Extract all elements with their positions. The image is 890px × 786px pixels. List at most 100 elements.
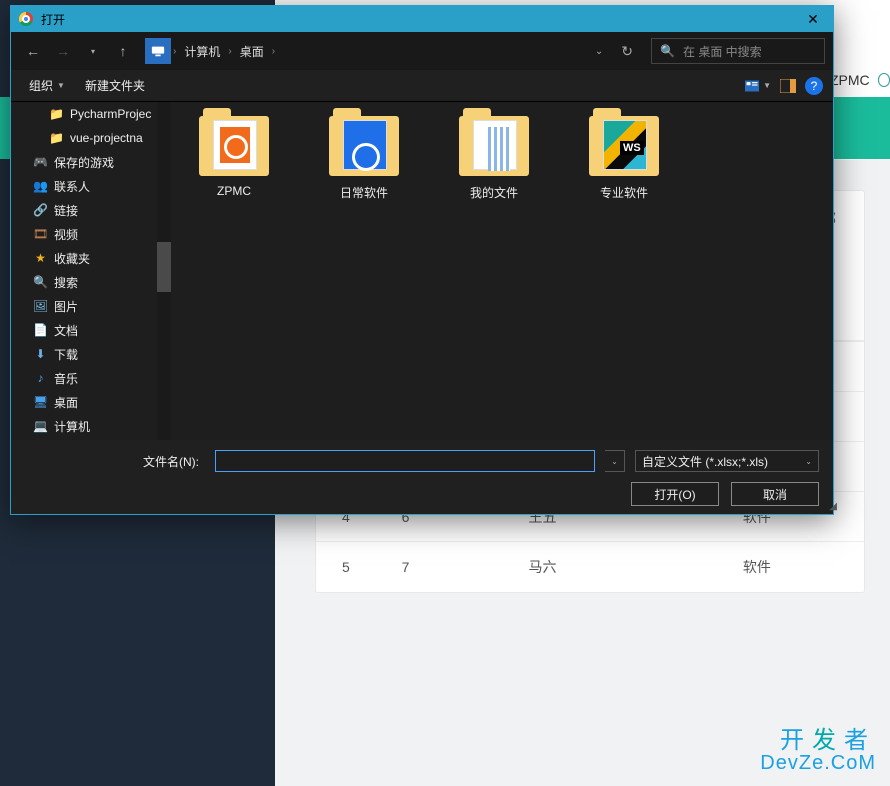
tree-item-label: 保存的游戏 — [54, 154, 114, 171]
folder-icon: 📁 — [49, 131, 64, 146]
pc-icon: 💻 — [33, 419, 48, 434]
folder-label: 专业软件 — [579, 184, 669, 201]
filename-history-dropdown[interactable]: ⌄ — [605, 450, 625, 472]
dialog-body: 📁 PycharmProjec 📁 vue-projectna 🎮 保存的游戏 👥 联系人 🔗 链… — [11, 102, 833, 440]
tree-item-label: 收藏夹 — [54, 250, 90, 267]
open-button[interactable]: 打开(O) — [631, 482, 719, 506]
folder-label: ZPMC — [189, 184, 279, 198]
chrome-icon — [19, 12, 33, 26]
bottom-bar: 文件名(N): ⌄ 自定义文件 (*.xlsx;*.xls) ⌄ 打开(O) 取… — [11, 440, 833, 514]
table-row: 57马六软件 — [316, 542, 864, 592]
chevron-down-icon: ⌄ — [805, 457, 812, 466]
tree-item-label: 搜索 — [54, 274, 78, 291]
chevron-right-icon: › — [171, 46, 178, 57]
folder-item-soft[interactable]: 日常软件 — [319, 116, 409, 201]
tree-item-dl[interactable]: ⬇下载 — [11, 342, 171, 366]
file-open-dialog: 打开 ✕ ← → ▾ ↑ › 计算机 › 桌面 › ⌄ ↻ 🔍 在 桌面 中搜索… — [10, 5, 834, 515]
help-button[interactable]: ? — [805, 77, 823, 95]
addressbar-empty[interactable] — [277, 38, 587, 64]
file-pane[interactable]: ZPMC 日常软件 我的文件 WS 专业软件 — [171, 102, 833, 440]
search-icon: 🔍 — [660, 44, 675, 58]
titlebar[interactable]: 打开 ✕ — [11, 6, 833, 32]
tree-item-label: 文档 — [54, 322, 78, 339]
star-icon: ★ — [33, 251, 48, 266]
tree-item-desk[interactable]: 🖥桌面 — [11, 390, 171, 414]
breadcrumb-folder[interactable]: 桌面 — [234, 38, 270, 64]
bg-header-right: ZPMC — [830, 60, 890, 100]
toolbar: 组织▼ 新建文件夹 ▼ ? — [11, 70, 833, 102]
dialog-title: 打开 — [41, 11, 65, 28]
address-history-dropdown[interactable]: ⌄ — [587, 46, 611, 57]
tree-item-label: 视频 — [54, 226, 78, 243]
logo-line2: DevZe.CoM — [760, 753, 876, 774]
folder-item-zpmc[interactable]: ZPMC — [189, 116, 279, 198]
link-icon: 🔗 — [33, 203, 48, 218]
navbar: ← → ▾ ↑ › 计算机 › 桌面 › ⌄ ↻ 🔍 在 桌面 中搜索 — [11, 32, 833, 70]
tree-item-folder[interactable]: 📁 PycharmProjec — [11, 102, 171, 126]
folder-icon — [199, 116, 269, 176]
video-icon: 🎞 — [33, 227, 48, 242]
search-icon: 🔍 — [33, 275, 48, 290]
recent-dropdown[interactable]: ▾ — [79, 37, 107, 65]
site-logo: 开发者 DevZe.CoM — [760, 728, 876, 774]
folder-tree[interactable]: 📁 PycharmProjec 📁 vue-projectna 🎮 保存的游戏 👥 联系人 🔗 链… — [11, 102, 171, 440]
cancel-button[interactable]: 取消 — [731, 482, 819, 506]
tree-item-label: 链接 — [54, 202, 78, 219]
filename-input[interactable] — [215, 450, 595, 472]
tree-item-pic[interactable]: 🖼 图片 — [11, 294, 171, 318]
tree-item-label: PycharmProjec — [70, 107, 151, 121]
doc-icon: 📄 — [33, 323, 48, 338]
people-icon: 👥 — [33, 179, 48, 194]
pc-icon[interactable] — [145, 38, 171, 64]
folder-icon — [459, 116, 529, 176]
close-button[interactable]: ✕ — [793, 6, 833, 32]
bg-header-text: ZPMC — [830, 72, 870, 88]
logo-line1: 开发者 — [760, 728, 876, 753]
tree-item-label: vue-projectna — [70, 131, 143, 145]
globe-icon — [878, 73, 890, 87]
filetype-select[interactable]: 自定义文件 (*.xlsx;*.xls) ⌄ — [635, 450, 819, 472]
tree-item-music[interactable]: ♪音乐 — [11, 366, 171, 390]
tree-scrollbar[interactable] — [157, 102, 171, 440]
pic-icon: 🖼 — [33, 299, 48, 314]
save-icon: 🎮 — [33, 155, 48, 170]
refresh-button[interactable]: ↻ — [613, 37, 641, 65]
folder-item-pro[interactable]: WS 专业软件 — [579, 116, 669, 201]
desk-icon: 🖥 — [33, 395, 48, 410]
breadcrumb-root[interactable]: 计算机 — [178, 38, 226, 64]
tree-item-search[interactable]: 🔍 搜索 — [11, 270, 171, 294]
scroll-thumb[interactable] — [157, 242, 171, 292]
folder-label: 我的文件 — [449, 184, 539, 201]
addressbar[interactable]: › 计算机 › 桌面 › ⌄ — [145, 38, 611, 64]
tree-item-folder[interactable]: 📁 vue-projectna — [11, 126, 171, 150]
folder-item-mine[interactable]: 我的文件 — [449, 116, 539, 201]
tree-item-star[interactable]: ★ 收藏夹 — [11, 246, 171, 270]
tree-item-pc[interactable]: 💻 计算机 — [11, 414, 171, 438]
folder-icon — [329, 116, 399, 176]
music-icon: ♪ — [33, 371, 48, 386]
chevron-right-icon: › — [226, 46, 233, 57]
folder-icon: WS — [589, 116, 659, 176]
tree-item-label: 下载 — [54, 346, 78, 363]
search-placeholder: 在 桌面 中搜索 — [683, 43, 762, 60]
view-mode-button[interactable]: ▼ — [745, 75, 771, 97]
up-button[interactable]: ↑ — [109, 37, 137, 65]
tree-item-video[interactable]: 🎞 视频 — [11, 222, 171, 246]
folder-icon: 📁 — [49, 107, 64, 122]
tree-item-doc[interactable]: 📄 文档 — [11, 318, 171, 342]
tree-item-label: 图片 — [54, 298, 78, 315]
back-button[interactable]: ← — [19, 37, 47, 65]
resize-grip[interactable]: ◢ — [829, 501, 831, 512]
tree-item-label: 计算机 — [54, 418, 90, 435]
folder-label: 日常软件 — [319, 184, 409, 201]
tree-item-link[interactable]: 🔗 链接 — [11, 198, 171, 222]
chevron-right-icon: › — [270, 46, 277, 57]
search-input[interactable]: 🔍 在 桌面 中搜索 — [651, 38, 825, 64]
new-folder-button[interactable]: 新建文件夹 — [77, 73, 153, 98]
tree-item-save[interactable]: 🎮 保存的游戏 — [11, 150, 171, 174]
tree-item-people[interactable]: 👥 联系人 — [11, 174, 171, 198]
forward-button[interactable]: → — [49, 37, 77, 65]
preview-pane-button[interactable] — [775, 75, 801, 97]
tree-item-label: 联系人 — [54, 178, 90, 195]
organize-button[interactable]: 组织▼ — [21, 73, 73, 98]
